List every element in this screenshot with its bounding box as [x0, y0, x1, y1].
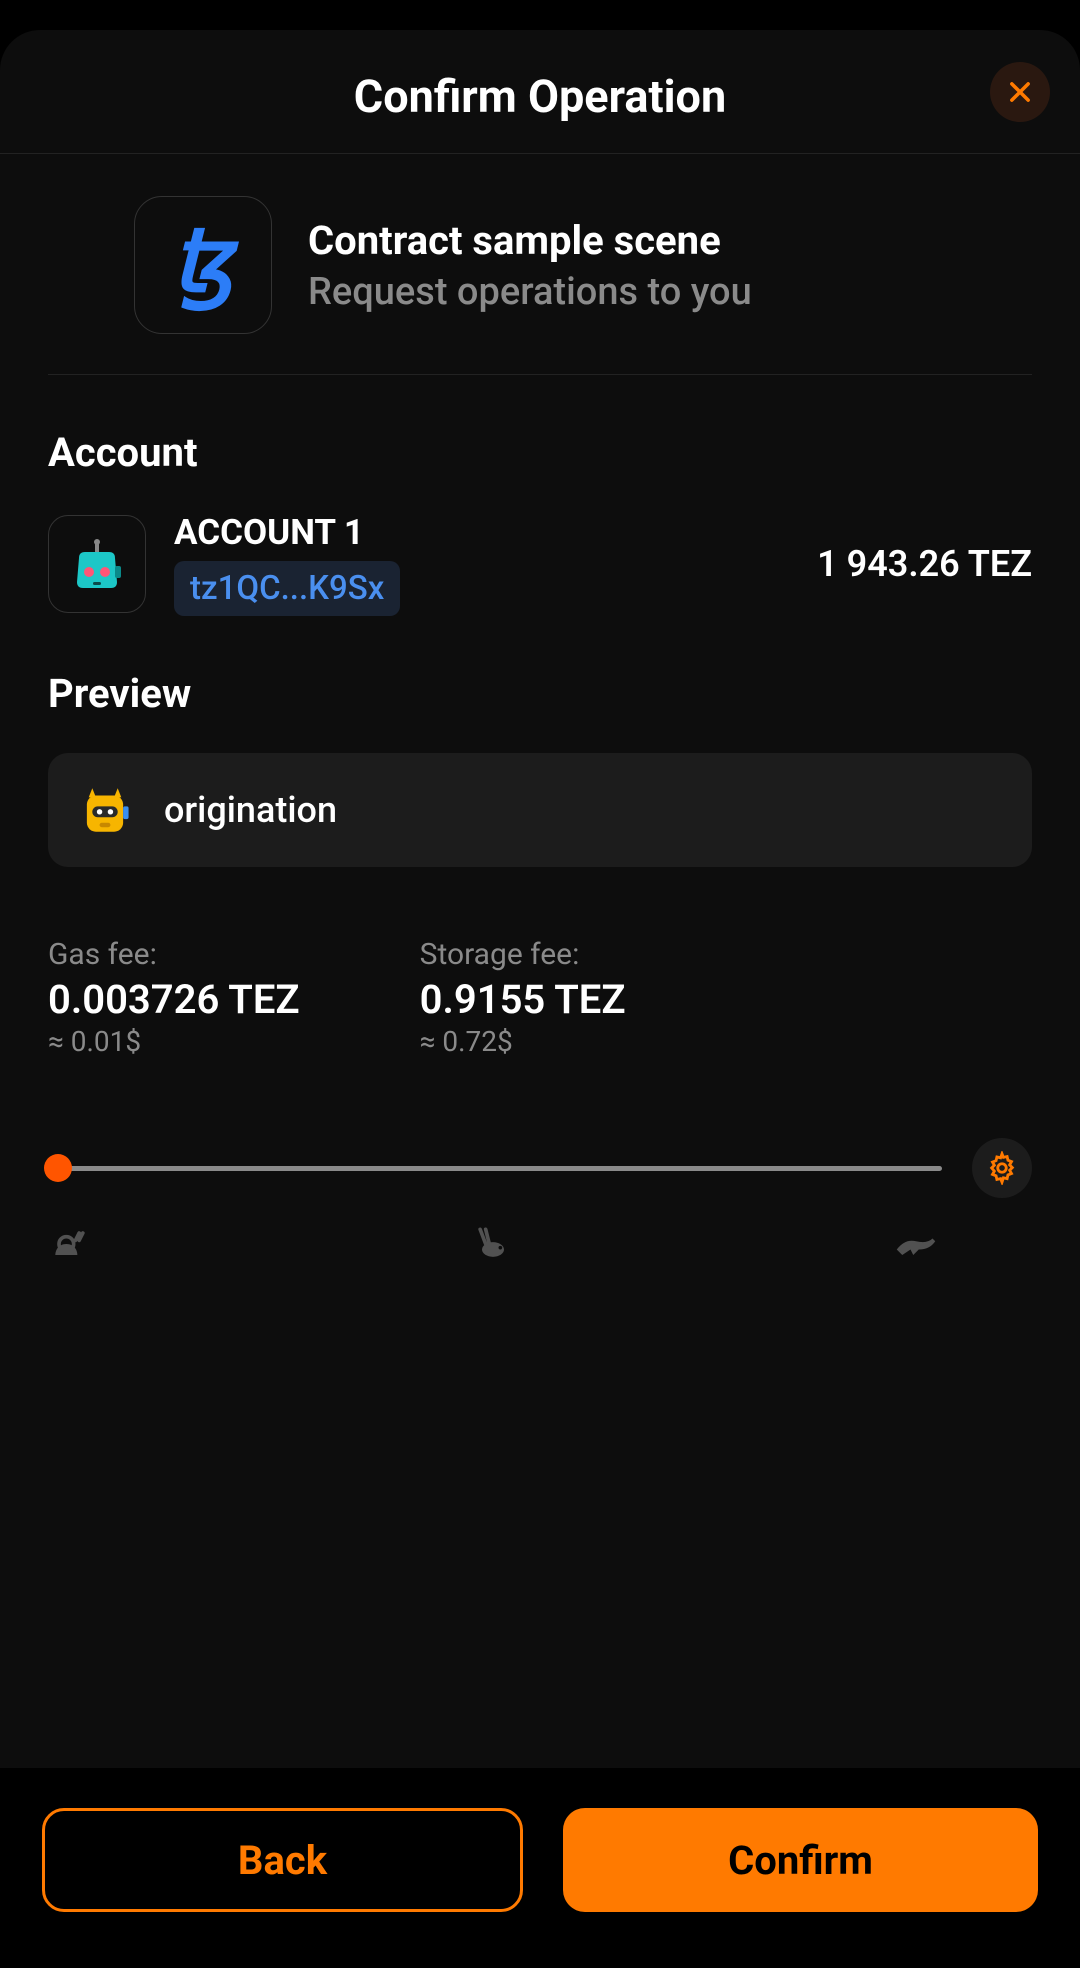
tezos-icon: ꜩ [153, 215, 253, 315]
snail-icon [48, 1222, 92, 1266]
modal-content: ꜩ Contract sample scene Request operatio… [0, 154, 1080, 1768]
gas-fee-col: Gas fee: 0.003726 TEZ ≈ 0.01$ [48, 937, 300, 1058]
account-info: ACCOUNT 1 tz1QC...K9Sx [174, 512, 789, 616]
dapp-name: Contract sample scene [308, 217, 752, 264]
account-balance: 1 943.26 TEZ [817, 543, 1032, 585]
robot-yellow-icon [76, 781, 134, 839]
dapp-icon: ꜩ [134, 196, 272, 334]
modal-header: Confirm Operation [0, 30, 1080, 154]
back-button[interactable]: Back [42, 1808, 523, 1912]
fee-slider-area [48, 1138, 1032, 1198]
storage-fee-label: Storage fee: [420, 937, 626, 972]
dapp-subtitle: Request operations to you [308, 270, 752, 314]
gas-fee-value: 0.003726 TEZ [48, 976, 300, 1023]
rabbit-icon [471, 1222, 515, 1266]
gas-fee-usd: ≈ 0.01$ [48, 1025, 300, 1058]
dapp-text: Contract sample scene Request operations… [308, 217, 752, 314]
storage-fee-usd: ≈ 0.72$ [420, 1025, 626, 1058]
cheetah-icon [894, 1222, 938, 1266]
fees-row: Gas fee: 0.003726 TEZ ≈ 0.01$ Storage fe… [48, 937, 1032, 1058]
preview-section-title: Preview [48, 670, 1032, 717]
gear-icon [985, 1151, 1019, 1185]
dapp-info-row: ꜩ Contract sample scene Request operatio… [48, 154, 1032, 375]
confirm-button[interactable]: Confirm [563, 1808, 1038, 1912]
modal-title: Confirm Operation [354, 70, 726, 123]
account-name: ACCOUNT 1 [174, 512, 789, 553]
robot-avatar-icon [65, 532, 129, 596]
speed-icons-row [48, 1222, 942, 1266]
account-row: ACCOUNT 1 tz1QC...K9Sx 1 943.26 TEZ [48, 512, 1032, 616]
fee-settings-button[interactable] [972, 1138, 1032, 1198]
confirm-operation-modal: Confirm Operation ꜩ Contract sample scen… [0, 30, 1080, 1968]
storage-fee-col: Storage fee: 0.9155 TEZ ≈ 0.72$ [420, 937, 626, 1058]
account-avatar [48, 515, 146, 613]
close-icon [1006, 78, 1034, 106]
operation-avatar [74, 779, 136, 841]
account-address-chip[interactable]: tz1QC...K9Sx [174, 561, 400, 616]
operation-type-label: origination [164, 789, 337, 831]
close-button[interactable] [990, 62, 1050, 122]
slider-track [48, 1166, 942, 1171]
svg-text:ꜩ: ꜩ [172, 215, 240, 312]
modal-footer: Back Confirm [0, 1768, 1080, 1968]
storage-fee-value: 0.9155 TEZ [420, 976, 626, 1023]
account-section-title: Account [48, 429, 1032, 476]
preview-operation-row[interactable]: origination [48, 753, 1032, 867]
fee-slider[interactable] [48, 1166, 942, 1171]
slider-thumb[interactable] [44, 1154, 72, 1182]
gas-fee-label: Gas fee: [48, 937, 300, 972]
